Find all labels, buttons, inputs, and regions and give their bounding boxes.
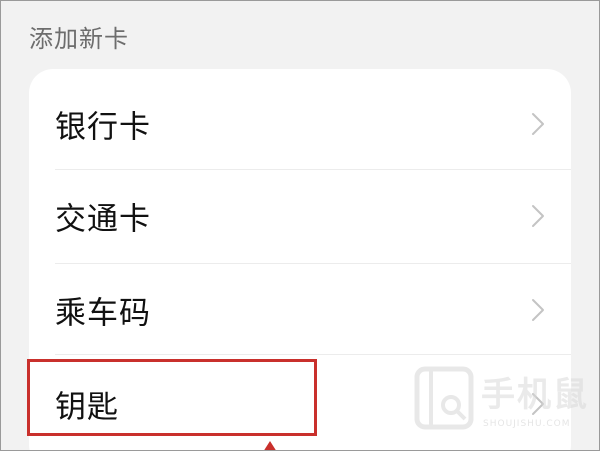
highlight-annotation-box bbox=[27, 359, 317, 436]
list-item-label: 交通卡 bbox=[55, 201, 151, 238]
app-screen: 添加新卡 银行卡 交通卡 乘车码 钥匙 手机鼠 SHOUJISHU.COM bbox=[0, 0, 600, 451]
chevron-right-icon bbox=[532, 299, 544, 321]
divider bbox=[55, 354, 571, 355]
list-item-label: 银行卡 bbox=[55, 109, 151, 146]
chevron-right-icon bbox=[532, 113, 544, 135]
section-title: 添加新卡 bbox=[29, 25, 129, 53]
list-item-bank-card[interactable]: 银行卡 bbox=[29, 77, 571, 171]
list-item-label: 乘车码 bbox=[55, 295, 151, 332]
list-item-transit-card[interactable]: 交通卡 bbox=[29, 169, 571, 263]
list-item-ride-code[interactable]: 乘车码 bbox=[29, 263, 571, 357]
watermark-domain: SHOUJISHU.COM bbox=[483, 419, 571, 429]
watermark-logo-icon bbox=[414, 366, 474, 430]
watermark: 手机鼠 SHOUJISHU.COM bbox=[403, 361, 593, 441]
chevron-right-icon bbox=[532, 205, 544, 227]
watermark-text: 手机鼠 bbox=[481, 375, 589, 415]
pointer-arrow-icon bbox=[263, 441, 277, 450]
